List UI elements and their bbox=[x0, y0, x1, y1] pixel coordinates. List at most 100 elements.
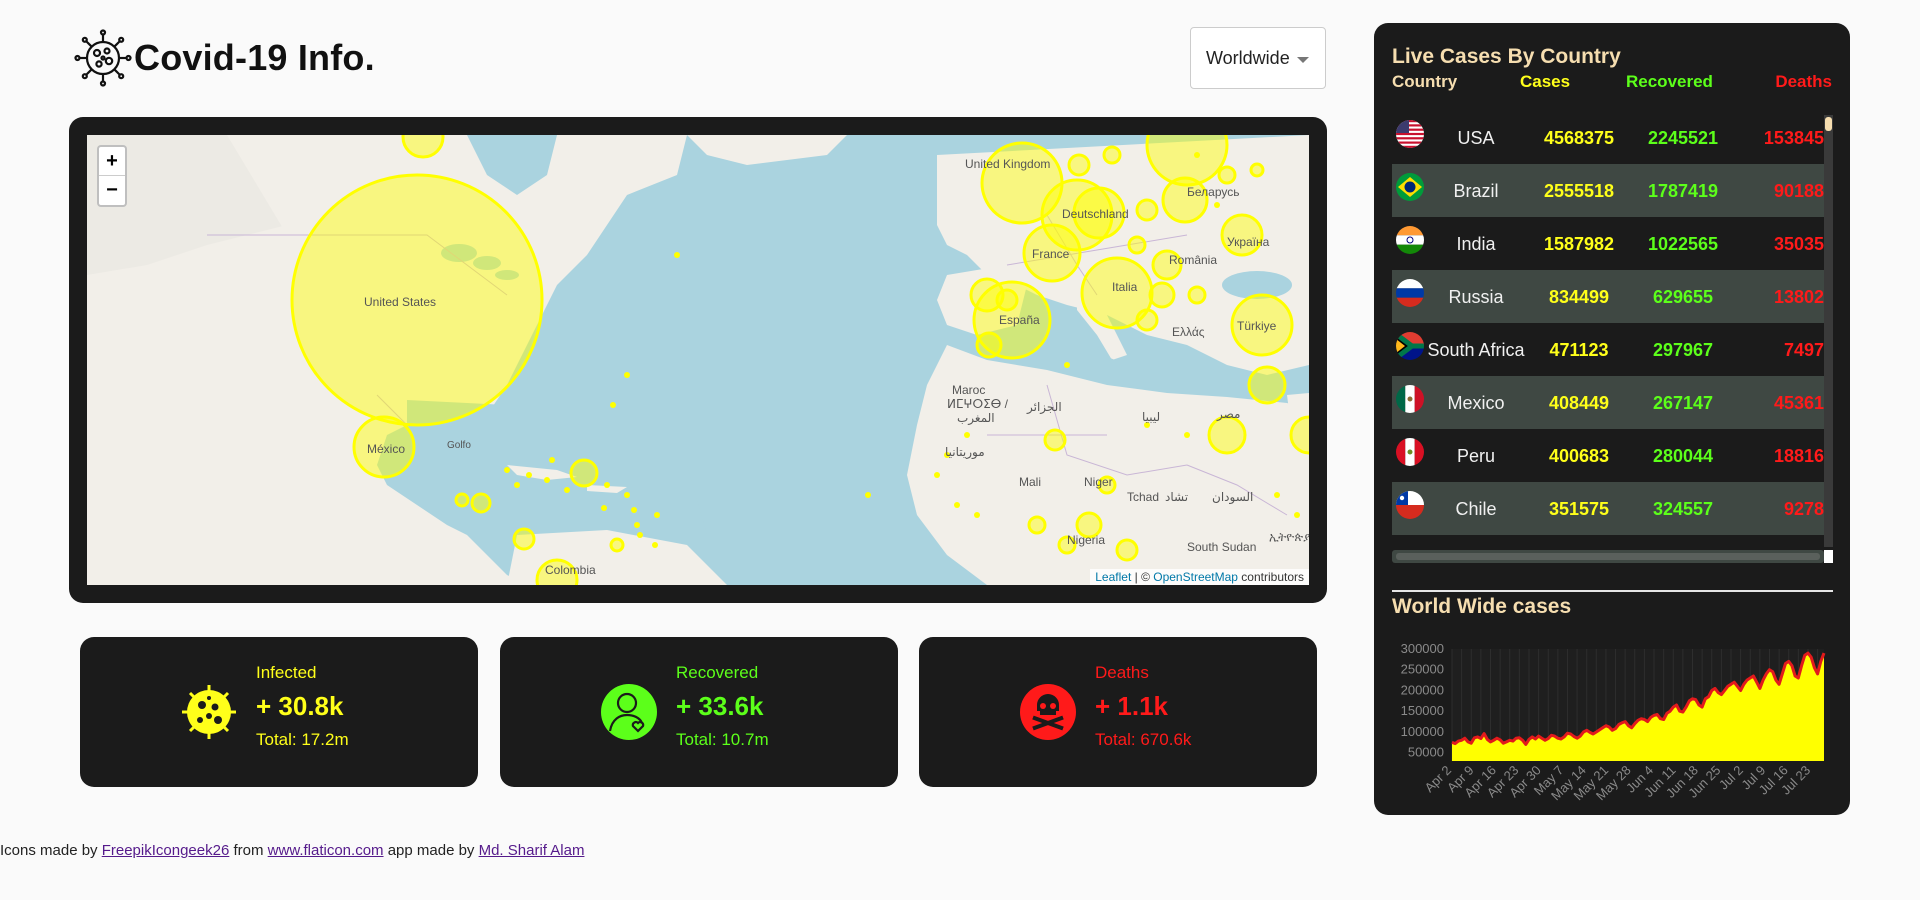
attribution-separator: | © bbox=[1131, 570, 1154, 584]
row-deaths: 45361 bbox=[1773, 393, 1824, 413]
row-cases: 4568375 bbox=[1543, 128, 1615, 148]
zoom-out-button[interactable]: − bbox=[99, 176, 125, 205]
footer-prefix: Icons made by bbox=[0, 842, 102, 859]
map-tiles bbox=[87, 135, 1309, 585]
map-label-italia: Italia bbox=[1112, 280, 1138, 294]
world-map[interactable]: United States México Golfo United Kingdo… bbox=[87, 135, 1309, 585]
country-table[interactable]: USA 4568375 2245521 153845 Brazil 255551… bbox=[1392, 111, 1833, 543]
map-label-south-sudan: South Sudan bbox=[1187, 540, 1257, 554]
map-label-ellas: Ελλάς bbox=[1172, 325, 1205, 339]
table-row[interactable]: Mexico 408449 267147 45361 bbox=[1392, 376, 1824, 429]
row-country: India bbox=[1456, 234, 1496, 254]
freepik-link[interactable]: FreepikIcongeek26 bbox=[102, 842, 230, 859]
attribution-contributors: contributors bbox=[1237, 570, 1304, 584]
row-recovered: 2245521 bbox=[1647, 128, 1719, 148]
table-row[interactable]: USA 4568375 2245521 153845 bbox=[1392, 111, 1824, 164]
live-cases-title: Live Cases By Country bbox=[1392, 45, 1621, 68]
map-label-maroc-ar: المغرب bbox=[957, 411, 995, 425]
author-link[interactable]: Md. Sharif Alam bbox=[479, 842, 585, 859]
recovered-total: Total: 10.7m bbox=[676, 730, 769, 749]
deaths-total: Total: 670.6k bbox=[1095, 730, 1192, 749]
column-header-country: Country bbox=[1392, 72, 1458, 91]
row-country: USA bbox=[1457, 128, 1495, 148]
row-deaths: 13802 bbox=[1773, 287, 1824, 307]
infected-title: Infected bbox=[256, 663, 317, 682]
row-country: Chile bbox=[1455, 499, 1497, 519]
map-label-united-states: United States bbox=[364, 295, 437, 309]
table-row[interactable]: Peru 400683 280044 18816 bbox=[1392, 429, 1824, 482]
map-label-romania: România bbox=[1169, 253, 1218, 267]
row-recovered: 1787419 bbox=[1647, 181, 1719, 201]
map-label-france: France bbox=[1032, 247, 1070, 261]
row-deaths: 9278 bbox=[1783, 499, 1824, 519]
zoom-in-button[interactable]: + bbox=[99, 147, 125, 176]
table-vertical-scrollbar[interactable] bbox=[1824, 115, 1833, 547]
worldwide-cases-chart: 50000100000150000200000250000300000Apr 2… bbox=[1401, 641, 1826, 803]
map-label-mauritania: موريتانيا bbox=[945, 445, 985, 459]
map-label-egypt: مصر bbox=[1217, 407, 1241, 421]
map-label-belarus: Беларусь bbox=[1187, 185, 1240, 199]
virus-icon bbox=[182, 685, 236, 739]
south-africa-flag-icon bbox=[1396, 332, 1424, 360]
us-flag-icon bbox=[1396, 120, 1424, 148]
skull-crossbones-icon bbox=[1020, 684, 1076, 740]
flaticon-link[interactable]: www.flaticon.com bbox=[268, 842, 384, 859]
openstreetmap-link[interactable]: OpenStreetMap bbox=[1153, 570, 1238, 584]
table-row[interactable]: Chile 351575 324557 9278 bbox=[1392, 482, 1824, 535]
row-cases: 1587982 bbox=[1543, 234, 1615, 254]
deaths-card[interactable]: Deaths + 1.1k Total: 670.6k bbox=[919, 637, 1317, 787]
recovered-card[interactable]: Recovered + 33.6k Total: 10.7m bbox=[500, 637, 898, 787]
row-recovered: 280044 bbox=[1652, 446, 1714, 466]
row-deaths: 35035 bbox=[1773, 234, 1824, 254]
row-cases: 408449 bbox=[1548, 393, 1610, 413]
table-row[interactable]: India 1587982 1022565 35035 bbox=[1392, 217, 1824, 270]
map-label-algeria: الجزائر bbox=[1027, 400, 1062, 414]
live-cases-panel: Live Cases By Country Country Cases Reco… bbox=[1374, 23, 1850, 815]
leaflet-link[interactable]: Leaflet bbox=[1095, 570, 1131, 584]
map-label-sudan: السودان bbox=[1212, 490, 1254, 504]
brazil-flag-icon bbox=[1396, 173, 1424, 201]
row-recovered: 297967 bbox=[1652, 340, 1714, 360]
map-label-ukraina: Україна bbox=[1227, 235, 1270, 249]
scrollbar-thumb[interactable] bbox=[1825, 117, 1832, 131]
recovered-title: Recovered bbox=[676, 663, 759, 682]
table-horizontal-scrollbar[interactable] bbox=[1392, 550, 1824, 563]
region-select[interactable]: Worldwide bbox=[1190, 27, 1326, 89]
row-recovered: 324557 bbox=[1652, 499, 1714, 519]
scrollbar-corner bbox=[1824, 550, 1833, 563]
app-title: Covid-19 Info. bbox=[134, 37, 375, 78]
map-label-golfo: Golfo bbox=[447, 440, 471, 451]
table-row[interactable]: Russia 834499 629655 13802 bbox=[1392, 270, 1824, 323]
chevron-down-icon bbox=[1297, 57, 1309, 63]
map-label-nigeria: Nigeria bbox=[1067, 533, 1106, 547]
peru-flag-icon bbox=[1396, 438, 1424, 466]
row-country: Brazil bbox=[1453, 181, 1499, 201]
footer-credits: Icons made by FreepikIcongeek26 from www… bbox=[0, 842, 584, 859]
russia-flag-icon bbox=[1396, 279, 1424, 307]
infected-card[interactable]: Infected + 30.8k Total: 17.2m bbox=[80, 637, 478, 787]
deaths-title: Deaths bbox=[1095, 663, 1149, 682]
chart-ytick-label: 50000 bbox=[1408, 745, 1444, 760]
row-cases: 351575 bbox=[1548, 499, 1610, 519]
map-label-libya: ليبيا bbox=[1142, 410, 1161, 424]
mexico-flag-icon bbox=[1396, 385, 1424, 413]
chile-flag-icon bbox=[1396, 491, 1424, 519]
map-label-colombia: Colombia bbox=[545, 563, 596, 577]
row-country: Mexico bbox=[1447, 393, 1505, 413]
india-flag-icon bbox=[1396, 226, 1424, 254]
row-country: South Africa bbox=[1427, 340, 1525, 360]
map-label-niger: Niger bbox=[1084, 475, 1113, 489]
map-label-maroc-tif: ⵍⵎⵖⵔⵉⴱ / bbox=[947, 397, 1009, 411]
map-container: United States México Golfo United Kingdo… bbox=[69, 117, 1327, 603]
table-row[interactable]: Brazil 2555518 1787419 90188 bbox=[1392, 164, 1824, 217]
chart-ytick-label: 200000 bbox=[1401, 682, 1444, 697]
row-cases: 400683 bbox=[1548, 446, 1610, 466]
map-label-mali: Mali bbox=[1019, 475, 1042, 489]
chart-ytick-label: 250000 bbox=[1401, 662, 1444, 677]
row-cases: 834499 bbox=[1548, 287, 1610, 307]
map-label-united-kingdom: United Kingdom bbox=[965, 157, 1051, 171]
recovered-person-icon bbox=[601, 684, 657, 740]
scrollbar-thumb[interactable] bbox=[1396, 553, 1820, 560]
column-header-cases: Cases bbox=[1520, 72, 1571, 91]
table-row[interactable]: South Africa 471123 297967 7497 bbox=[1392, 323, 1824, 376]
